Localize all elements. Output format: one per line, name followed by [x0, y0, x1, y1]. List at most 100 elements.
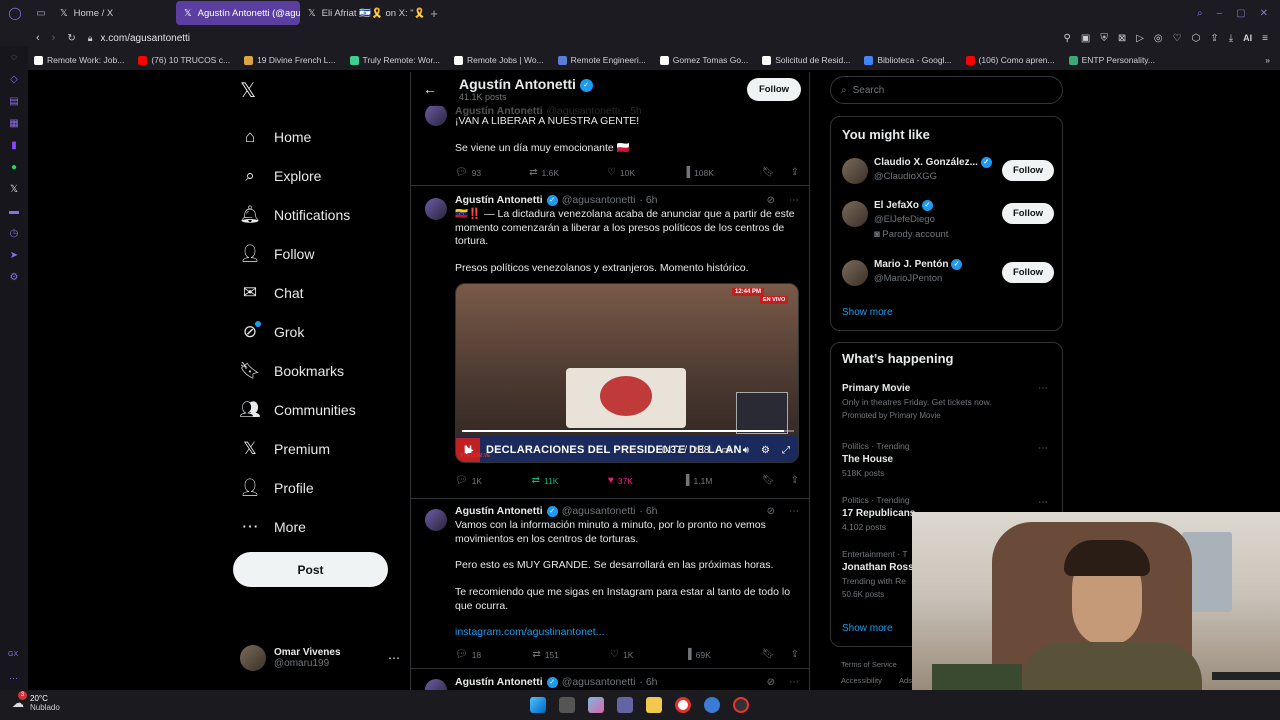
- more-options-icon[interactable]: ⋯: [388, 651, 400, 665]
- share-icon[interactable]: ⇪: [791, 167, 799, 178]
- footer-link[interactable]: Terms of Service: [841, 660, 897, 669]
- follow-button[interactable]: Follow: [1002, 262, 1054, 283]
- bookmark-item[interactable]: Remote Work: Job...: [34, 55, 124, 65]
- reply-button[interactable]: 💬︎ 1K: [455, 475, 482, 486]
- repost-button[interactable]: ⇄ 151: [532, 649, 559, 660]
- play-icon[interactable]: ▶: [466, 445, 474, 456]
- ai-icon[interactable]: ◌: [8, 52, 20, 64]
- opera-logo-icon[interactable]: ◯: [0, 6, 30, 20]
- history-icon[interactable]: ◷: [8, 228, 20, 240]
- pin-icon[interactable]: ⚲: [1064, 33, 1071, 44]
- account-switcher[interactable]: Omar Vivenes @omaru199 ⋯: [240, 642, 400, 674]
- follow-button[interactable]: Follow: [747, 78, 801, 101]
- follow-button[interactable]: Follow: [1002, 203, 1054, 224]
- heart-icon[interactable]: ♡: [1173, 33, 1182, 44]
- nav-item-bookmarks[interactable]: 🔖︎ Bookmarks: [232, 351, 402, 390]
- play-icon[interactable]: ▷: [1136, 33, 1144, 44]
- tweet[interactable]: Agustín Antonetti ✓ @agusantonetti · 6h …: [411, 186, 809, 499]
- suggestion-item[interactable]: El JefaXo ✓ @ElJefeDiego ◙ Parody account F…: [831, 200, 1064, 240]
- opera-icon[interactable]: [675, 697, 691, 713]
- task-view-icon[interactable]: [559, 697, 575, 713]
- x-sidebar-icon[interactable]: 𝕏: [8, 184, 20, 196]
- bookmark-item[interactable]: Remote Engineeri...: [557, 55, 646, 65]
- suggestion-item[interactable]: Claudio X. González... ✓ @ClaudioXGG Follo…: [831, 157, 1064, 197]
- more-options-icon[interactable]: ⋯: [789, 677, 799, 688]
- tab-overview-icon[interactable]: ▭: [30, 8, 52, 19]
- recording-app-icon[interactable]: [733, 697, 749, 713]
- settings-icon[interactable]: ⚙: [761, 445, 770, 456]
- trend-item[interactable]: Primary Movie Only in theatres Friday. Ge…: [831, 383, 1064, 437]
- more-options-icon[interactable]: ⋯: [1038, 443, 1048, 454]
- nav-item-explore[interactable]: ⌕ Explore: [232, 156, 402, 195]
- bookmark-item[interactable]: (106) Como apren...: [965, 55, 1055, 65]
- forward-icon[interactable]: ›: [52, 32, 56, 44]
- views-button[interactable]: ▐ 108K: [683, 167, 714, 178]
- gx-icon[interactable]: GX: [8, 651, 18, 658]
- bookmark-item[interactable]: Biblioteca - Googl...: [864, 55, 952, 65]
- repost-button[interactable]: ⇄ 11K: [532, 475, 559, 486]
- like-button[interactable]: ♡ 1K: [610, 649, 633, 660]
- shield-icon[interactable]: ⛨: [1100, 33, 1108, 44]
- show-more-link[interactable]: Show more: [842, 623, 893, 634]
- bookmark-icon[interactable]: 🔖︎: [762, 649, 775, 660]
- bookmark-item[interactable]: Truly Remote: Wor...: [349, 55, 440, 65]
- vpn-icon[interactable]: ⊠: [1118, 33, 1126, 44]
- settings-icon[interactable]: ⚙: [8, 272, 20, 284]
- show-more-link[interactable]: Show more: [842, 307, 893, 318]
- repost-button[interactable]: ⇄ 1.6K: [529, 167, 559, 178]
- tweet[interactable]: Agustín Antonetti @agusantonetti · 5h ¡V…: [411, 94, 809, 186]
- post-button[interactable]: Post: [233, 552, 388, 587]
- bookmark-icon[interactable]: 🔖︎: [762, 475, 775, 486]
- suggestion-item[interactable]: Mario J. Pentón ✓ @MarioJPenton Follow: [831, 259, 1064, 299]
- captions-icon[interactable]: ▭: [721, 445, 730, 456]
- volume-icon[interactable]: 🔊︎: [743, 445, 749, 456]
- more-options-icon[interactable]: ⋯: [789, 506, 799, 517]
- bookmark-item[interactable]: Solicitud de Resid...: [762, 55, 850, 65]
- ai-button[interactable]: AI: [1243, 33, 1252, 43]
- chat-icon[interactable]: ▬: [8, 206, 20, 218]
- app-icon[interactable]: [704, 697, 720, 713]
- back-arrow-icon[interactable]: ←: [423, 81, 437, 97]
- minimize-icon[interactable]: –: [1217, 8, 1223, 19]
- reply-button[interactable]: 💬︎ 18: [455, 649, 481, 660]
- twitch-icon[interactable]: ▮: [8, 140, 20, 152]
- tweet[interactable]: Agustín Antonetti ✓ @agusantonetti · 6h …: [411, 669, 809, 690]
- bookmark-item[interactable]: Remote Jobs | Wo...: [453, 55, 544, 65]
- follow-button[interactable]: Follow: [1002, 160, 1054, 181]
- back-icon[interactable]: ‹: [36, 32, 40, 44]
- footer-link[interactable]: Accessibility: [841, 676, 882, 685]
- bookmark-item[interactable]: 19 Divine French L...: [244, 55, 336, 65]
- whatsapp-icon[interactable]: ●: [8, 162, 20, 174]
- views-button[interactable]: ▐ 1.1M: [682, 475, 712, 486]
- weather-widget[interactable]: ☁ 3 20°C Nublado: [12, 691, 60, 712]
- flow-icon[interactable]: ➤: [8, 250, 20, 262]
- url-field[interactable]: x.com/agusantonetti: [101, 33, 191, 44]
- search-tabs-icon[interactable]: ⌕: [1197, 8, 1203, 19]
- close-icon[interactable]: ✕: [1260, 8, 1268, 19]
- messenger-icon[interactable]: ◇: [8, 74, 20, 86]
- nav-item-more[interactable]: ⋯ More: [232, 507, 402, 546]
- grok-icon[interactable]: ⊘: [767, 195, 775, 206]
- tab-eli-afriat[interactable]: 𝕏 Eli Afriat 🇮🇱🎗️ on X: "🎗️BR: [300, 1, 424, 25]
- download-icon[interactable]: ⤓: [1229, 33, 1233, 44]
- x-logo-icon[interactable]: 𝕏: [232, 78, 402, 104]
- menu-icon[interactable]: ≡: [1262, 33, 1268, 44]
- video-progress-track[interactable]: [462, 430, 794, 432]
- file-explorer-icon[interactable]: [646, 697, 662, 713]
- trend-item[interactable]: Politics · Trending The House 518K posts ⋯: [831, 441, 1064, 495]
- teams-icon[interactable]: [617, 697, 633, 713]
- tab-home[interactable]: 𝕏 Home / X: [52, 1, 176, 25]
- player-icon[interactable]: ▤: [8, 96, 20, 108]
- nav-item-follow[interactable]: 👤︎ Follow: [232, 234, 402, 273]
- share-icon[interactable]: ⇪: [1210, 33, 1218, 44]
- wallet-icon[interactable]: ◎: [1154, 33, 1163, 44]
- reload-icon[interactable]: ↻: [67, 33, 75, 44]
- tab-profile[interactable]: 𝕏 Agustín Antonetti (@agusa: [176, 1, 300, 25]
- bookmark-icon[interactable]: 🔖︎: [762, 167, 775, 178]
- search-box[interactable]: ⌕ Search: [830, 76, 1063, 104]
- bookmarks-overflow-icon[interactable]: »: [1265, 55, 1280, 65]
- views-button[interactable]: ▐ 69K: [685, 649, 711, 660]
- bookmark-item[interactable]: (76) 10 TRUCOS c...: [138, 55, 230, 65]
- windows-start-icon[interactable]: [530, 697, 546, 713]
- snapshot-icon[interactable]: ▣: [1081, 33, 1090, 44]
